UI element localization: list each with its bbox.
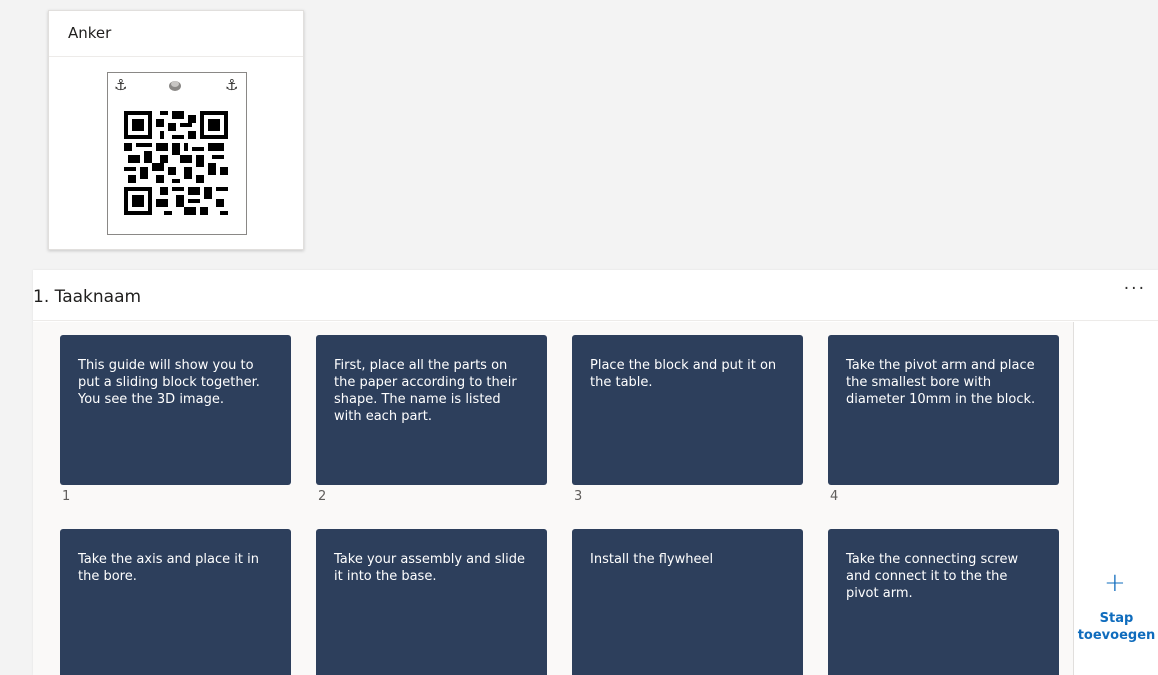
task-section: 1. Taaknaam ··· This guide will show you… bbox=[33, 270, 1158, 675]
more-options-button[interactable]: ··· bbox=[1124, 279, 1146, 299]
anchor-title: Anker bbox=[49, 11, 303, 57]
anchor-card[interactable]: Anker ⚓ ⚓ bbox=[48, 10, 304, 250]
add-step-label: Stap toevoegen bbox=[1077, 611, 1156, 643]
step-tile[interactable]: Take your assembly and slide it into the… bbox=[316, 529, 547, 675]
step-number: 1 bbox=[62, 489, 71, 504]
step-card[interactable]: Place the block and put it on the table.… bbox=[572, 335, 803, 504]
step-card[interactable]: Take the axis and place it in the bore. bbox=[60, 529, 291, 675]
step-card[interactable]: First, place all the parts on the paper … bbox=[316, 335, 547, 504]
step-card[interactable]: Take the connecting screw and connect it… bbox=[828, 529, 1059, 675]
qr-code-icon bbox=[124, 111, 228, 215]
step-card[interactable]: Install the flywheel bbox=[572, 529, 803, 675]
step-number: 3 bbox=[574, 489, 583, 504]
steps-grid: This guide will show you to put a slidin… bbox=[33, 322, 1073, 675]
step-tile[interactable]: Take the connecting screw and connect it… bbox=[828, 529, 1059, 675]
step-tile[interactable]: This guide will show you to put a slidin… bbox=[60, 335, 291, 485]
step-tile[interactable]: Place the block and put it on the table. bbox=[572, 335, 803, 485]
step-tile[interactable]: Take the pivot arm and place the smalles… bbox=[828, 335, 1059, 485]
anchor-icon: ⚓ bbox=[114, 76, 128, 94]
plus-icon: + bbox=[1104, 568, 1126, 598]
task-title[interactable]: 1. Taaknaam bbox=[33, 287, 141, 307]
step-tile[interactable]: Take the axis and place it in the bore. bbox=[60, 529, 291, 675]
add-step-button[interactable]: + Stap toevoegen bbox=[1073, 322, 1158, 675]
step-card[interactable]: Take your assembly and slide it into the… bbox=[316, 529, 547, 675]
task-header: 1. Taaknaam ··· bbox=[33, 270, 1158, 321]
step-tile[interactable]: Install the flywheel bbox=[572, 529, 803, 675]
step-number: 2 bbox=[318, 489, 327, 504]
anchor-qr-frame: ⚓ ⚓ bbox=[107, 72, 247, 235]
step-tile[interactable]: First, place all the parts on the paper … bbox=[316, 335, 547, 485]
anchor-icon: ⚓ bbox=[225, 76, 239, 94]
step-card[interactable]: Take the pivot arm and place the smalles… bbox=[828, 335, 1059, 504]
step-card[interactable]: This guide will show you to put a slidin… bbox=[60, 335, 291, 504]
guide-editor: Anker ⚓ ⚓ 1. Taaknaam ··· This guide wil… bbox=[0, 0, 1158, 675]
hololens-icon bbox=[169, 81, 181, 91]
step-number: 4 bbox=[830, 489, 839, 504]
